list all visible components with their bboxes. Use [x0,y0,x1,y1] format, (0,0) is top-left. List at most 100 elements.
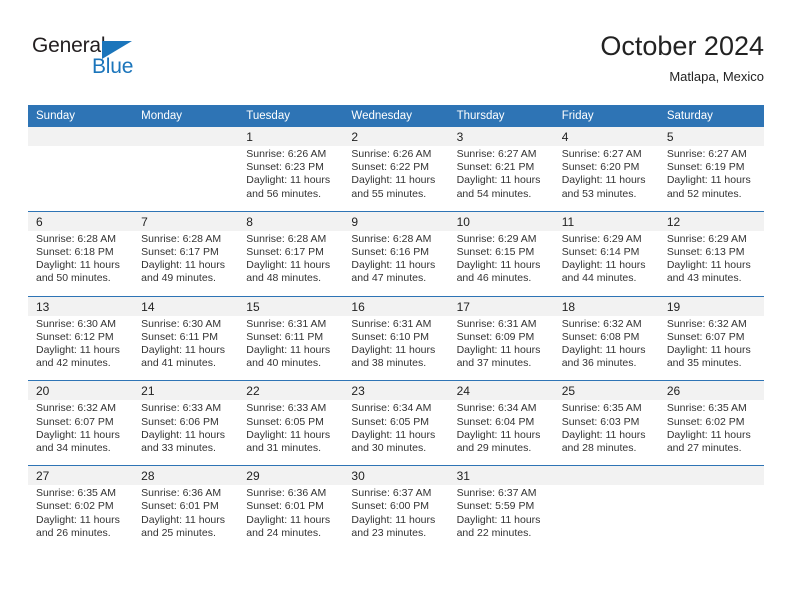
day-number[interactable]: 6 [28,210,134,231]
day-number[interactable]: 3 [448,127,554,146]
day-number[interactable]: 20 [28,380,134,401]
day-number[interactable]: 9 [343,210,449,231]
sunset-text: Sunset: 6:07 PM [666,330,745,343]
day-cell[interactable]: Sunrise: 6:31 AM Sunset: 6:10 PM Dayligh… [343,315,449,381]
day-number[interactable]: 22 [238,380,344,401]
day-number[interactable]: 4 [553,127,659,146]
day-number[interactable]: 24 [448,380,554,401]
day-number [133,127,239,146]
weekday-header-sunday: Sunday [28,105,134,127]
daylight-text-line1: Daylight: 11 hours [36,344,120,357]
day-cell[interactable]: Sunrise: 6:35 AM Sunset: 6:02 PM Dayligh… [28,485,134,551]
day-cell[interactable]: Sunrise: 6:26 AM Sunset: 6:22 PM Dayligh… [343,146,449,212]
day-cell[interactable]: Sunrise: 6:27 AM Sunset: 6:20 PM Dayligh… [553,146,659,212]
sunset-text: Sunset: 6:22 PM [351,161,430,174]
day-cell[interactable]: Sunrise: 6:29 AM Sunset: 6:14 PM Dayligh… [553,230,659,297]
day-number[interactable]: 10 [448,210,554,231]
day-cell[interactable]: Sunrise: 6:32 AM Sunset: 6:08 PM Dayligh… [553,315,659,381]
day-number[interactable]: 12 [658,210,764,231]
day-number[interactable]: 14 [133,295,239,316]
daylight-text-line1: Daylight: 11 hours [351,428,436,441]
day-number[interactable]: 1 [238,127,344,146]
day-cell[interactable]: Sunrise: 6:29 AM Sunset: 6:13 PM Dayligh… [658,230,764,297]
sunset-text: Sunset: 6:00 PM [351,500,430,513]
day-cell[interactable]: Sunrise: 6:27 AM Sunset: 6:19 PM Dayligh… [658,146,764,212]
day-number[interactable]: 16 [343,295,449,316]
sunrise-text: Sunrise: 6:35 AM [36,487,116,500]
day-cell[interactable]: Sunrise: 6:37 AM Sunset: 6:00 PM Dayligh… [343,485,449,551]
daylight-text-line2: and 44 minutes. [561,272,637,285]
day-cell[interactable]: Sunrise: 6:36 AM Sunset: 6:01 PM Dayligh… [238,485,344,551]
daylight-text-line1: Daylight: 11 hours [36,259,120,272]
day-number[interactable]: 29 [238,465,344,486]
day-cell[interactable]: Sunrise: 6:28 AM Sunset: 6:16 PM Dayligh… [343,230,449,297]
daylight-text-line1: Daylight: 11 hours [141,344,225,357]
day-number[interactable]: 27 [28,465,134,486]
day-number[interactable]: 18 [553,295,659,316]
daylight-text-line2: and 55 minutes. [351,187,427,200]
day-cell[interactable]: Sunrise: 6:29 AM Sunset: 6:15 PM Dayligh… [448,230,554,297]
sunrise-text: Sunrise: 6:34 AM [351,402,432,415]
daylight-text-line1: Daylight: 11 hours [246,428,331,441]
calendar-body: 1 2 3 4 5 Sunrise: 6:26 AM Sunset: 6:23 … [28,127,764,551]
day-number[interactable]: 7 [133,210,239,231]
day-cell[interactable]: Sunrise: 6:33 AM Sunset: 6:06 PM Dayligh… [133,400,239,466]
day-cell[interactable]: Sunrise: 6:35 AM Sunset: 6:03 PM Dayligh… [553,400,659,466]
day-cell[interactable]: Sunrise: 6:27 AM Sunset: 6:21 PM Dayligh… [448,146,554,212]
day-number[interactable]: 31 [448,465,554,486]
day-number[interactable]: 21 [133,380,239,401]
day-cell[interactable]: Sunrise: 6:30 AM Sunset: 6:12 PM Dayligh… [28,315,134,381]
day-cell[interactable]: Sunrise: 6:36 AM Sunset: 6:01 PM Dayligh… [133,485,239,551]
day-cell[interactable]: Sunrise: 6:31 AM Sunset: 6:11 PM Dayligh… [238,315,344,381]
week-4-details: Sunrise: 6:32 AM Sunset: 6:07 PM Dayligh… [28,400,764,466]
day-number[interactable]: 2 [343,127,449,146]
day-cell[interactable]: Sunrise: 6:33 AM Sunset: 6:05 PM Dayligh… [238,400,344,466]
day-number[interactable]: 30 [343,465,449,486]
day-cell[interactable]: Sunrise: 6:28 AM Sunset: 6:17 PM Dayligh… [133,230,239,297]
day-cell[interactable]: Sunrise: 6:37 AM Sunset: 5:59 PM Dayligh… [448,485,554,551]
day-cell[interactable]: Sunrise: 6:31 AM Sunset: 6:09 PM Dayligh… [448,315,554,381]
day-cell[interactable]: Sunrise: 6:32 AM Sunset: 6:07 PM Dayligh… [658,315,764,381]
day-cell-empty [553,485,659,551]
day-number [28,127,134,146]
sunrise-text: Sunrise: 6:28 AM [351,232,432,245]
sunrise-text: Sunrise: 6:37 AM [456,487,537,500]
generalblue-logo: General Blue [32,34,162,86]
day-number[interactable]: 19 [658,295,764,316]
day-number[interactable]: 17 [448,295,554,316]
day-cell[interactable]: Sunrise: 6:34 AM Sunset: 6:05 PM Dayligh… [343,400,449,466]
day-cell[interactable]: Sunrise: 6:28 AM Sunset: 6:17 PM Dayligh… [238,230,344,297]
day-cell[interactable]: Sunrise: 6:28 AM Sunset: 6:18 PM Dayligh… [28,230,134,297]
daylight-text-line2: and 29 minutes. [456,442,532,455]
week-2-details: Sunrise: 6:28 AM Sunset: 6:18 PM Dayligh… [28,230,764,297]
day-number[interactable]: 23 [343,380,449,401]
day-cell[interactable]: Sunrise: 6:30 AM Sunset: 6:11 PM Dayligh… [133,315,239,381]
day-number[interactable]: 5 [658,127,764,146]
sunrise-text: Sunrise: 6:28 AM [246,232,327,245]
sunset-text: Sunset: 6:20 PM [561,161,640,174]
sunset-text: Sunset: 6:11 PM [246,330,324,343]
day-number[interactable]: 26 [658,380,764,401]
day-number[interactable]: 15 [238,295,344,316]
sunset-text: Sunset: 5:59 PM [456,500,535,513]
daylight-text-line2: and 52 minutes. [666,187,742,200]
day-number[interactable]: 13 [28,295,134,316]
sunrise-text: Sunrise: 6:32 AM [666,317,747,330]
sunrise-text: Sunrise: 6:28 AM [36,232,116,245]
sunset-text: Sunset: 6:07 PM [36,415,114,428]
sunrise-text: Sunrise: 6:27 AM [666,148,747,160]
daylight-text-line1: Daylight: 11 hours [141,428,225,441]
day-cell[interactable]: Sunrise: 6:34 AM Sunset: 6:04 PM Dayligh… [448,400,554,466]
day-cell[interactable]: Sunrise: 6:35 AM Sunset: 6:02 PM Dayligh… [658,400,764,466]
day-cell[interactable]: Sunrise: 6:26 AM Sunset: 6:23 PM Dayligh… [238,146,344,212]
daylight-text-line2: and 26 minutes. [36,526,111,539]
week-5-details: Sunrise: 6:35 AM Sunset: 6:02 PM Dayligh… [28,485,764,551]
day-cell[interactable]: Sunrise: 6:32 AM Sunset: 6:07 PM Dayligh… [28,400,134,466]
day-number[interactable]: 25 [553,380,659,401]
day-number[interactable]: 8 [238,210,344,231]
day-number[interactable]: 11 [553,210,659,231]
sunset-text: Sunset: 6:13 PM [666,246,745,259]
daylight-text-line2: and 34 minutes. [36,442,111,455]
sunset-text: Sunset: 6:14 PM [561,246,640,259]
day-number[interactable]: 28 [133,465,239,486]
